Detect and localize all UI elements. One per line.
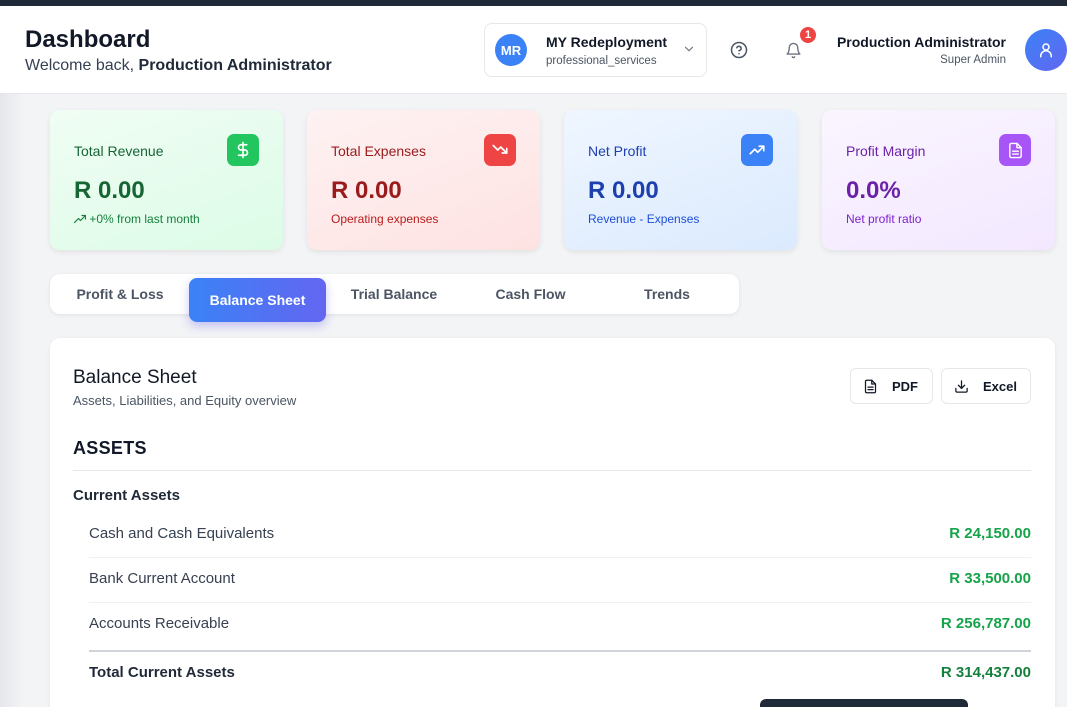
help-button[interactable] [725, 36, 753, 64]
balance-sheet-panel: Balance Sheet Assets, Liabilities, and E… [50, 338, 1055, 707]
page-title: Dashboard [25, 26, 151, 53]
stat-note: +0% from last month [73, 212, 200, 226]
row-value: R 33,500.00 [949, 570, 1031, 587]
report-tabs: Profit & Loss Balance Sheet Trial Balanc… [50, 274, 739, 322]
help-icon [730, 41, 748, 59]
stat-note: Net profit ratio [846, 212, 922, 226]
file-icon [864, 379, 877, 393]
tab-trends[interactable]: Trends [599, 274, 735, 314]
table-row: Cash and Cash Equivalents R 24,150.00 [89, 513, 1031, 558]
pdf-label: PDF [892, 378, 918, 394]
document-icon [999, 134, 1031, 166]
tab-cash-flow[interactable]: Cash Flow [462, 274, 599, 314]
row-label: Cash and Cash Equivalents [89, 525, 275, 542]
download-icon [955, 379, 968, 393]
welcome-prefix: Welcome back, [25, 57, 135, 74]
stat-label: Net Profit [588, 143, 647, 159]
user-name: Production Administrator [836, 34, 1006, 50]
tab-trial-balance[interactable]: Trial Balance [326, 274, 462, 314]
stat-label: Total Expenses [331, 143, 426, 159]
stat-note: Operating expenses [331, 212, 439, 226]
user-icon [1040, 43, 1052, 58]
section-heading: ASSETS [73, 438, 147, 458]
export-excel-button[interactable]: Excel [941, 368, 1031, 404]
total-value: R 314,437.00 [940, 664, 1031, 681]
user-avatar[interactable] [1025, 29, 1067, 71]
company-avatar: MR [495, 34, 527, 66]
table-row: Bank Current Account R 33,500.00 [89, 558, 1031, 603]
row-value: R 256,787.00 [940, 615, 1031, 632]
chevron-down-icon [684, 46, 694, 52]
stat-card-total-expenses: Total Expenses R 0.00 Operating expenses [307, 110, 540, 250]
user-role: Super Admin [940, 54, 1006, 66]
app-header: Dashboard Welcome back, Production Admin… [0, 6, 1067, 94]
report-title: Balance Sheet [73, 367, 197, 388]
export-pdf-button[interactable]: PDF [850, 368, 933, 404]
row-label: Accounts Receivable [89, 615, 230, 632]
stat-card-net-profit: Net Profit R 0.00 Revenue - Expenses [564, 110, 797, 250]
divider [73, 470, 1031, 471]
row-label: Bank Current Account [89, 570, 235, 587]
stat-card-total-revenue: Total Revenue R 0.00 +0% from last month [50, 110, 283, 250]
stat-value: R 0.00 [588, 177, 659, 204]
stat-value: R 0.00 [74, 177, 145, 204]
stat-value: 0.0% [846, 177, 901, 204]
group-heading: Current Assets [73, 487, 180, 504]
stat-card-profit-margin: Profit Margin 0.0% Net profit ratio [822, 110, 1055, 250]
bell-icon [785, 42, 801, 58]
total-label: Total Current Assets [89, 664, 235, 681]
trending-up-icon [73, 214, 87, 224]
company-name: MY Redeployment [546, 34, 668, 50]
sidebar-edge [0, 94, 24, 707]
report-subtitle: Assets, Liabilities, and Equity overview [73, 393, 297, 408]
trending-down-icon [484, 134, 516, 166]
welcome-text: Welcome back, Production Administrator [25, 57, 332, 75]
tab-balance-sheet[interactable]: Balance Sheet [189, 278, 326, 322]
toast-popup[interactable] [760, 699, 968, 707]
company-selector[interactable]: MR MY Redeployment professional_services [484, 23, 707, 77]
total-row: Total Current Assets R 314,437.00 [89, 650, 1031, 690]
row-value: R 24,150.00 [949, 525, 1031, 542]
stat-value: R 0.00 [331, 177, 402, 204]
table-row: Accounts Receivable R 256,787.00 [89, 603, 1031, 648]
dollar-icon [227, 134, 259, 166]
stat-label: Total Revenue [74, 143, 164, 159]
company-type: professional_services [546, 55, 657, 67]
tab-profit-loss[interactable]: Profit & Loss [50, 274, 190, 314]
trending-up-icon [741, 134, 773, 166]
notification-badge: 1 [798, 25, 818, 45]
stat-label: Profit Margin [846, 143, 926, 159]
welcome-name: Production Administrator [138, 57, 332, 74]
stat-note: Revenue - Expenses [588, 212, 700, 226]
excel-label: Excel [983, 378, 1017, 394]
